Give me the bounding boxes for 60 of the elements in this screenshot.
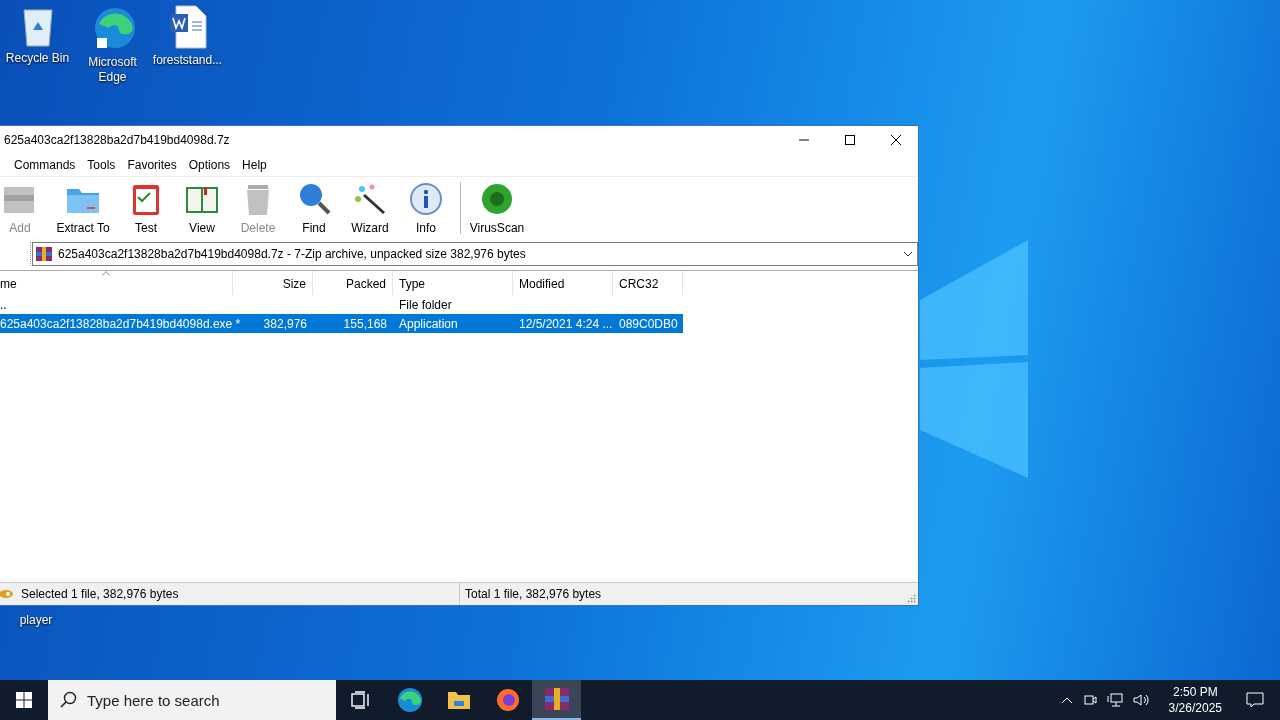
status-text: Total 1 file, 382,976 bytes [459,583,602,605]
windows-start-icon[interactable] [16,692,32,708]
table-cell: 12/5/2021 4:24 ... [519,316,613,331]
table-cell: .. [0,297,7,312]
resize-grip-icon[interactable] [907,594,916,603]
camera-icon[interactable] [1082,693,1097,707]
desktop-icon-label[interactable]: Recycle Bin [1,51,74,66]
menu-item[interactable]: Tools [81,158,122,172]
firefox-icon [495,688,520,712]
toolbar-button[interactable]: VirusScan [465,178,529,238]
sort-caret-icon [102,271,111,276]
table-cell: 625a403ca2f13828ba2d7b419bd4098d.exe * [0,316,241,331]
speaker-icon[interactable] [1132,693,1151,707]
maximize-icon[interactable] [844,134,856,146]
toolbar-button[interactable]: Info [398,178,454,238]
archive-icon [36,247,52,261]
column-header[interactable]: CRC32 [613,271,683,295]
path-field[interactable]: 625a403ca2f13828ba2d7b419bd4098d.7z - 7-Zip archive, unpacked size 382,976 bytes [32,242,918,266]
column-header[interactable]: me [0,271,233,295]
close-icon[interactable] [890,134,902,146]
desktop-icon-label[interactable]: foreststand... [151,53,224,68]
network-icon[interactable] [1106,693,1123,707]
taskbar-app-button[interactable] [532,680,581,720]
folder-icon [446,690,471,710]
table-cell: File folder [399,297,452,312]
edge-icon [396,687,423,713]
menu-item[interactable]: Options [182,158,237,172]
toolbar-button[interactable]: Test [118,178,174,238]
search-icon [59,691,77,709]
menu-item[interactable]: Favorites [121,158,183,172]
table-cell: 155,168 [343,316,387,331]
status-text: Selected 1 file, 382,976 bytes [21,587,180,601]
table-cell: 382,976 [263,316,307,331]
menu-item[interactable]: Help [236,158,273,172]
status-icon [0,589,14,599]
search-field[interactable]: Type here to search [48,680,336,720]
column-header[interactable]: Modified [513,271,613,295]
dropdown-caret-icon[interactable] [903,251,913,257]
file-row[interactable]: .. File folder [0,295,918,314]
notification-icon[interactable] [1246,692,1264,708]
file-row[interactable]: 625a403ca2f13828ba2d7b419bd4098d.exe * 382,976 155,168 Application 12/5/2021 4:24 ... 089C0DB0 [0,314,683,333]
task-view-icon [350,691,371,709]
table-cell: Application [399,316,458,331]
chevron-up-icon[interactable] [1060,696,1073,704]
toolbar-button[interactable]: Wizard [342,178,398,238]
toolbar-button[interactable]: View [174,178,230,238]
toolbar-button[interactable]: Find [286,178,342,238]
toolbar-button[interactable]: Extract To [48,178,118,238]
column-header[interactable]: Size [233,271,313,295]
word-document-icon[interactable] [167,4,208,50]
column-header[interactable]: Packed [313,271,393,295]
menu-item[interactable]: Commands [8,158,82,172]
desktop-icon-label[interactable]: player [0,613,72,628]
desktop-icon-label[interactable]: Microsoft Edge [76,55,149,85]
table-cell: 089C0DB0 [619,316,678,331]
clock[interactable]: 2:50 PM 3/26/2025 [1168,684,1222,716]
column-header[interactable]: Type [393,271,513,295]
info-icon [408,181,444,217]
window-title: 625a403ca2f13828ba2d7b419bd4098d.7z [3,133,230,147]
archive-icon [543,687,570,711]
